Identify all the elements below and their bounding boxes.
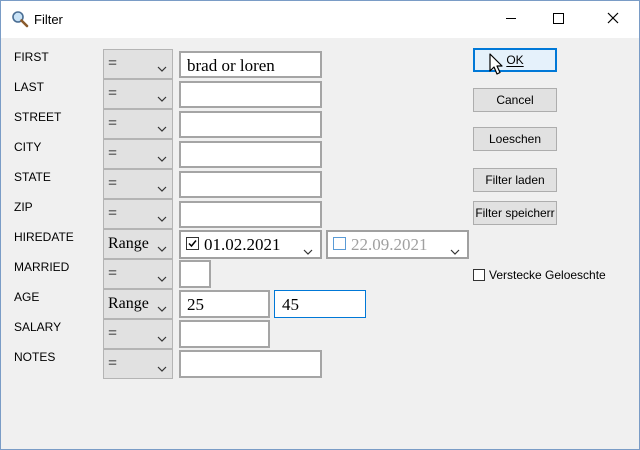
age-from-input[interactable]: 25 [179,290,270,318]
chevron-down-icon [157,180,167,198]
field-label-city: CITY [14,140,42,154]
operator-value: = [108,265,118,282]
operator-select-city[interactable]: = [103,139,173,169]
chevron-down-icon [157,300,167,318]
operator-select-last[interactable]: = [103,79,173,109]
operator-select-married[interactable]: = [103,259,173,289]
close-icon [607,11,619,29]
hiredate-to-value: 22.09.2021 [351,235,428,254]
operator-value: Range [108,295,149,312]
operator-value: = [108,55,118,72]
operator-value: = [108,355,118,372]
hiredate-from-picker[interactable]: 01.02.2021 [179,230,322,259]
magnifier-icon [11,10,29,28]
field-label-age: AGE [14,290,40,304]
chevron-down-icon [303,241,313,261]
filter-laden-button[interactable]: Filter laden [473,168,557,192]
operator-value: = [108,85,118,102]
field-label-last: LAST [14,80,45,94]
value-input-city[interactable] [179,141,322,168]
cancel-button[interactable]: Cancel [473,88,557,112]
hiredate-from-value: 01.02.2021 [204,235,281,254]
chevron-down-icon [157,90,167,108]
field-label-notes: NOTES [14,350,56,364]
age-to-input[interactable]: 45 [274,290,366,318]
checkbox-box[interactable] [473,269,485,281]
title-bar: Filter [1,1,639,38]
operator-value: = [108,325,118,342]
chevron-down-icon [157,210,167,228]
operator-select-age[interactable]: Range [103,289,173,319]
close-button[interactable] [590,1,636,38]
maximize-icon [552,11,564,29]
operator-select-zip[interactable]: = [103,199,173,229]
chevron-down-icon [157,270,167,288]
operator-select-hiredate[interactable]: Range [103,229,173,259]
operator-value: Range [108,235,149,252]
chevron-down-icon [157,60,167,78]
filter-laden-button-label: Filter laden [485,173,545,187]
mouse-pointer-icon [489,53,505,77]
loeschen-button[interactable]: Loeschen [473,127,557,151]
hiredate-to-picker[interactable]: 22.09.2021 [326,230,469,259]
loeschen-button-label: Loeschen [488,132,542,146]
value-input-salary[interactable] [179,320,270,348]
window-title: Filter [34,12,63,27]
chevron-down-icon [157,240,167,258]
operator-select-notes[interactable]: = [103,349,173,379]
field-label-street: STREET [14,110,62,124]
field-label-state: STATE [14,170,51,184]
filter-speichern-button[interactable]: Filter speicherr [473,201,557,225]
filter-form: FIRST = brad or loren LAST = STREET = CI… [1,38,639,449]
operator-value: = [108,145,118,162]
value-input-first[interactable]: brad or loren [179,51,322,78]
operator-value: = [108,175,118,192]
ok-button[interactable]: OK [473,48,557,72]
chevron-down-icon [157,360,167,378]
cancel-button-label: Cancel [496,93,534,107]
value-input-zip[interactable] [179,201,322,228]
operator-value: = [108,115,118,132]
value-input-notes[interactable] [179,350,322,378]
value-input-last[interactable] [179,81,322,108]
value-input-married[interactable] [179,260,211,288]
field-label-hiredate: HIREDATE [14,230,74,244]
checkbox-label: Verstecke Geloeschte [489,268,606,282]
value-input-street[interactable] [179,111,322,138]
chevron-down-icon [157,120,167,138]
minimize-button[interactable] [488,1,534,38]
field-label-first: FIRST [14,50,49,64]
operator-select-street[interactable]: = [103,109,173,139]
filter-speichern-button-label: Filter speicherr [475,206,555,220]
operator-select-state[interactable]: = [103,169,173,199]
field-label-salary: SALARY [14,320,62,334]
hiredate-from-checkbox[interactable] [186,237,199,250]
hiredate-to-checkbox[interactable] [333,237,346,250]
operator-select-first[interactable]: = [103,49,173,79]
chevron-down-icon [157,150,167,168]
chevron-down-icon [450,241,460,261]
field-label-married: MARRIED [14,260,70,274]
maximize-button[interactable] [535,1,581,38]
minimize-icon [505,11,517,29]
filter-window: Filter FIRST = brad or loren LAST = STRE… [0,0,640,450]
operator-select-salary[interactable]: = [103,319,173,349]
chevron-down-icon [157,330,167,348]
ok-button-label: OK [506,53,524,67]
verstecke-geloeschte-checkbox[interactable]: Verstecke Geloeschte [473,267,606,283]
field-label-zip: ZIP [14,200,33,214]
operator-value: = [108,205,118,222]
value-input-state[interactable] [179,171,322,198]
